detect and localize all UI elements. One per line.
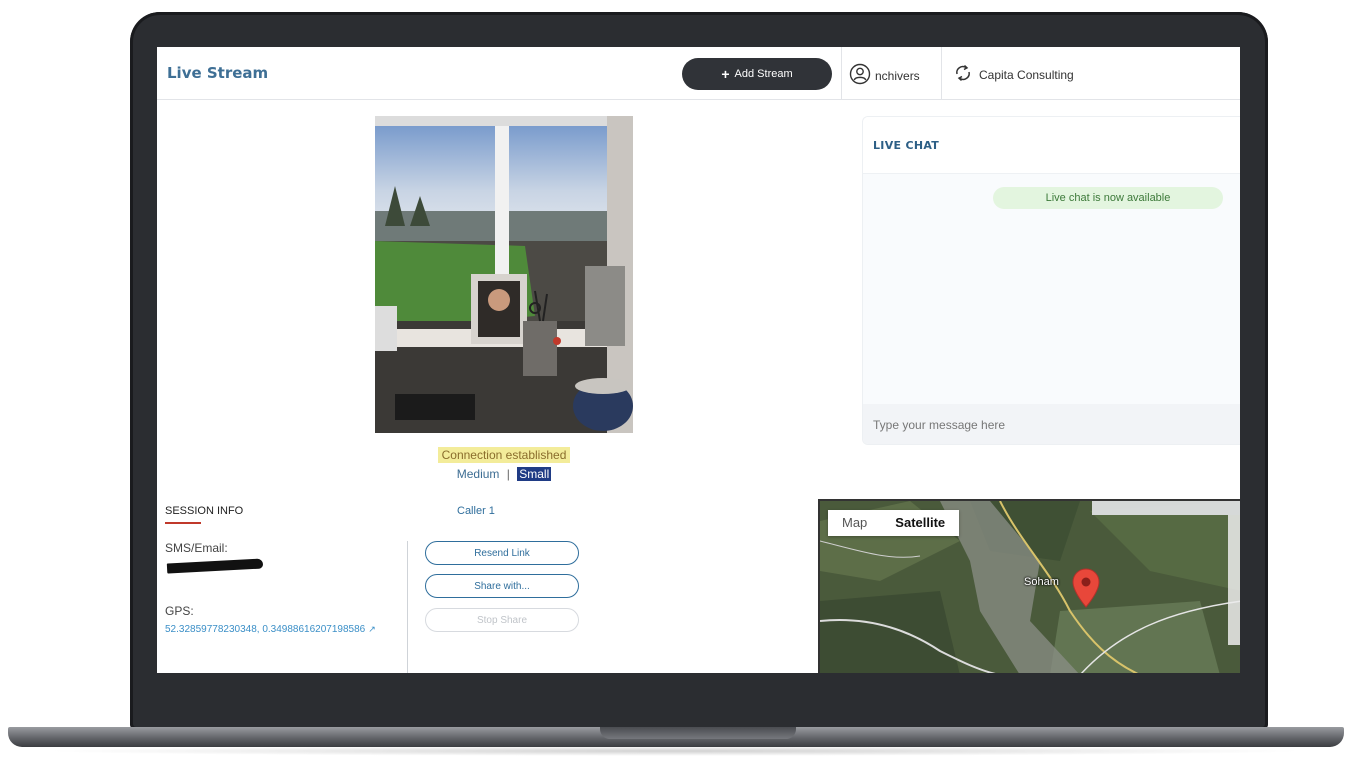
add-stream-label: Add Stream: [734, 68, 793, 80]
session-divider: [407, 541, 408, 673]
chat-system-message: Live chat is now available: [993, 187, 1223, 209]
gps-link[interactable]: 52.32859778230348, 0.34988616207198586 ↗: [165, 622, 397, 637]
stop-share-button: Stop Share: [425, 608, 579, 632]
add-stream-button[interactable]: + Add Stream: [682, 58, 832, 90]
chat-header: LIVE CHAT: [863, 117, 1240, 174]
size-separator: |: [506, 467, 510, 481]
map-tab-map[interactable]: Map: [828, 510, 881, 536]
chat-message-input[interactable]: [863, 404, 1240, 444]
map-tab-satellite[interactable]: Satellite: [881, 510, 959, 536]
laptop-notch: [600, 727, 796, 739]
size-medium-option[interactable]: Medium: [457, 467, 500, 481]
map-pin-icon[interactable]: [1072, 568, 1100, 612]
company-switcher[interactable]: Capita Consulting: [953, 63, 1074, 86]
session-info-heading: SESSION INFO: [165, 505, 244, 517]
map-place-label: Soham: [1024, 576, 1059, 588]
location-map[interactable]: Map Satellite Soham: [818, 499, 1240, 673]
gps-label: GPS:: [165, 604, 194, 618]
resend-link-button[interactable]: Resend Link: [425, 541, 579, 565]
switch-arrows-icon: [953, 63, 973, 86]
connection-status: Connection established: [437, 447, 571, 463]
chat-title: LIVE CHAT: [873, 139, 940, 152]
app-screen: Live Stream + Add Stream nchivers Capita…: [157, 47, 1240, 673]
header-divider: [841, 47, 842, 100]
header-divider: [941, 47, 942, 100]
connection-status-row: Connection established: [157, 444, 851, 463]
chat-messages: Live chat is now available: [863, 174, 1240, 404]
sms-email-label: SMS/Email:: [165, 541, 228, 555]
live-chat-panel: LIVE CHAT Live chat is now available: [862, 116, 1240, 445]
redacted-contact: [166, 558, 264, 574]
user-icon: [849, 63, 871, 88]
external-link-icon: ↗: [368, 624, 376, 634]
page-title: Live Stream: [167, 64, 269, 82]
company-name: Capita Consulting: [979, 67, 1074, 82]
plus-icon: +: [721, 66, 730, 82]
gps-coordinates: 52.32859778230348, 0.34988616207198586: [165, 624, 366, 635]
share-with-button[interactable]: Share with...: [425, 574, 579, 598]
top-header: Live Stream + Add Stream nchivers Capita…: [157, 47, 1240, 100]
video-feed[interactable]: [375, 116, 633, 433]
video-size-selector: Medium | Small: [157, 467, 851, 481]
laptop-shadow: [40, 746, 1310, 756]
map-type-tabs: Map Satellite: [828, 510, 960, 536]
user-menu[interactable]: nchivers: [849, 63, 920, 88]
session-heading-underline: [165, 522, 201, 524]
size-small-option[interactable]: Small: [517, 467, 552, 481]
caller-label: Caller 1: [457, 505, 495, 517]
username: nchivers: [875, 68, 920, 83]
